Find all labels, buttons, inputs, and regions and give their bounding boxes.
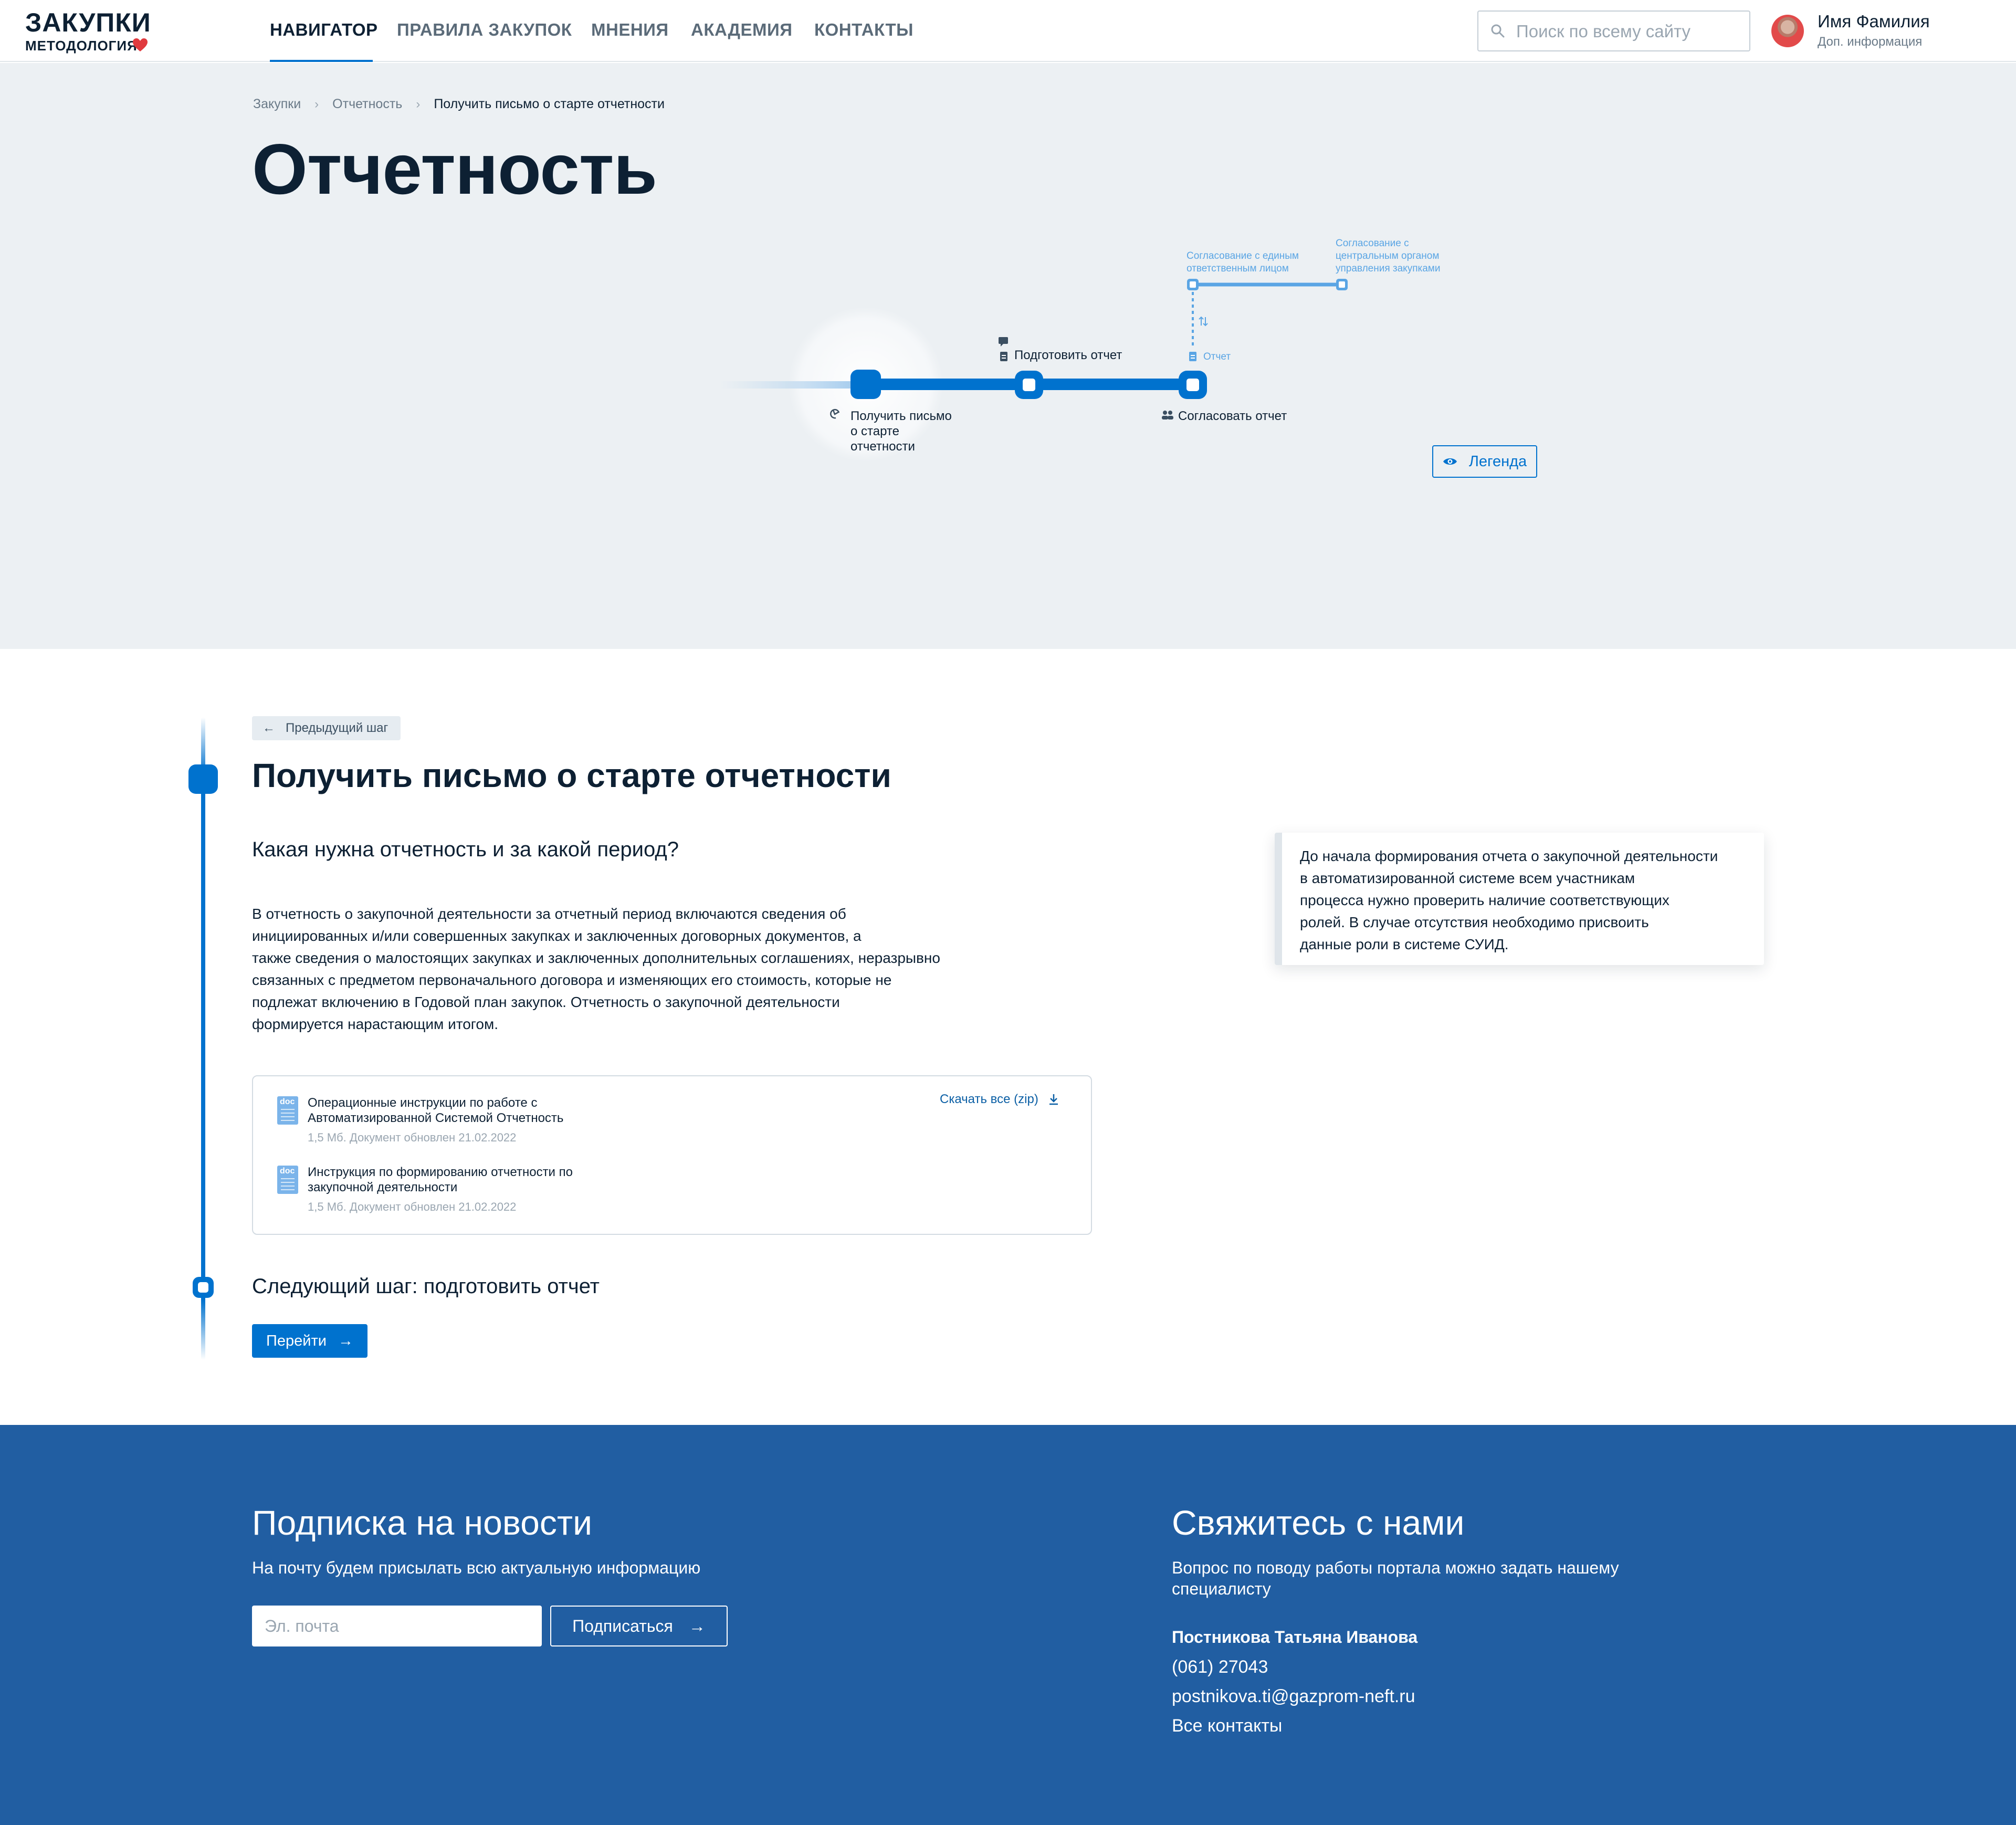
comment-icon bbox=[999, 337, 1008, 347]
document-meta-2: 1,5 Мб. Документ обновлен 21.02.2022 bbox=[308, 1200, 517, 1213]
contact-phone[interactable]: (061) 27043 bbox=[1172, 1657, 1268, 1677]
email-input[interactable] bbox=[252, 1606, 542, 1646]
contact-email[interactable]: postnikova.ti@gazprom-neft.ru bbox=[1172, 1686, 1415, 1707]
flow-report-label[interactable]: Отчет bbox=[1203, 351, 1231, 363]
flow-branch1-label[interactable]: Согласование с единым ответственным лицом bbox=[1186, 250, 1299, 275]
document-icon bbox=[1000, 352, 1007, 361]
eye-icon bbox=[1443, 458, 1457, 465]
download-icon bbox=[1049, 1094, 1058, 1105]
subscribe-button[interactable]: Подписаться → bbox=[550, 1606, 728, 1646]
doc-file-icon: doc bbox=[277, 1096, 298, 1125]
document-link-1[interactable]: Операционные инструкции по работе с Автом… bbox=[308, 1095, 644, 1126]
document-link-2[interactable]: Инструкция по формированию отчетности по… bbox=[308, 1165, 644, 1195]
arrow-right-icon: → bbox=[338, 1332, 353, 1349]
timeline-node-next bbox=[193, 1277, 214, 1298]
previous-step-label: Предыдущий шаг bbox=[286, 721, 388, 735]
swap-arrows-icon bbox=[1199, 316, 1208, 327]
go-button-label: Перейти bbox=[266, 1332, 327, 1349]
note-card: До начала формирования отчета о закупочн… bbox=[1275, 833, 1764, 965]
next-step-title: Следующий шаг: подготовить отчет bbox=[252, 1275, 600, 1298]
legend-button-label: Легенда bbox=[1468, 453, 1527, 470]
document-meta-1: 1,5 Мб. Документ обновлен 21.02.2022 bbox=[308, 1131, 517, 1144]
previous-step-button[interactable]: ← Предыдущий шаг bbox=[252, 716, 401, 740]
go-button[interactable]: Перейти → bbox=[252, 1324, 368, 1358]
subscribe-button-label: Подписаться bbox=[572, 1616, 673, 1635]
flow-step2-label[interactable]: Подготовить отчет bbox=[1014, 348, 1122, 363]
step-description: В отчетность о закупочной деятельности з… bbox=[252, 906, 940, 1032]
flow-step3-label[interactable]: Согласовать отчет bbox=[1178, 408, 1287, 424]
flow-incoming-line bbox=[719, 381, 866, 389]
subscribe-title: Подписка на новости bbox=[252, 1503, 592, 1542]
subscribe-text: На почту будем присылать всю актуальную … bbox=[252, 1558, 701, 1577]
legend-button[interactable]: Легенда bbox=[1432, 445, 1537, 478]
flow-branch2-label[interactable]: Согласование с центральным органом управле… bbox=[1336, 237, 1440, 275]
all-contacts-link[interactable]: Все контакты bbox=[1172, 1716, 1282, 1736]
users-icon bbox=[1162, 411, 1173, 419]
contact-title: Свяжитесь с нами bbox=[1172, 1503, 1465, 1542]
download-all-link[interactable]: Скачать все (zip) bbox=[940, 1092, 1059, 1107]
contact-name: Постникова Татьяна Иванова bbox=[1172, 1628, 1418, 1646]
download-all-label: Скачать все (zip) bbox=[940, 1092, 1038, 1106]
process-flow-diagram bbox=[719, 279, 1348, 462]
contact-text: Вопрос по поводу работы портала можно за… bbox=[1172, 1558, 1619, 1598]
document-icon-light bbox=[1189, 352, 1196, 361]
step-node-current bbox=[850, 370, 881, 399]
timeline-node-current bbox=[188, 764, 218, 794]
flow-step1-label[interactable]: Получить письмо о старте отчетности bbox=[850, 408, 952, 454]
step-question: Какая нужна отчетность и за какой период… bbox=[252, 838, 679, 861]
arrow-right-icon: → bbox=[688, 1616, 706, 1635]
timeline-line bbox=[201, 717, 205, 1360]
doc-file-icon: doc bbox=[277, 1166, 298, 1194]
step-title: Получить письмо о старте отчетности bbox=[252, 757, 891, 794]
arrow-left-icon: ← bbox=[262, 721, 275, 735]
note-text: До начала формирования отчета о закупочн… bbox=[1300, 848, 1718, 952]
